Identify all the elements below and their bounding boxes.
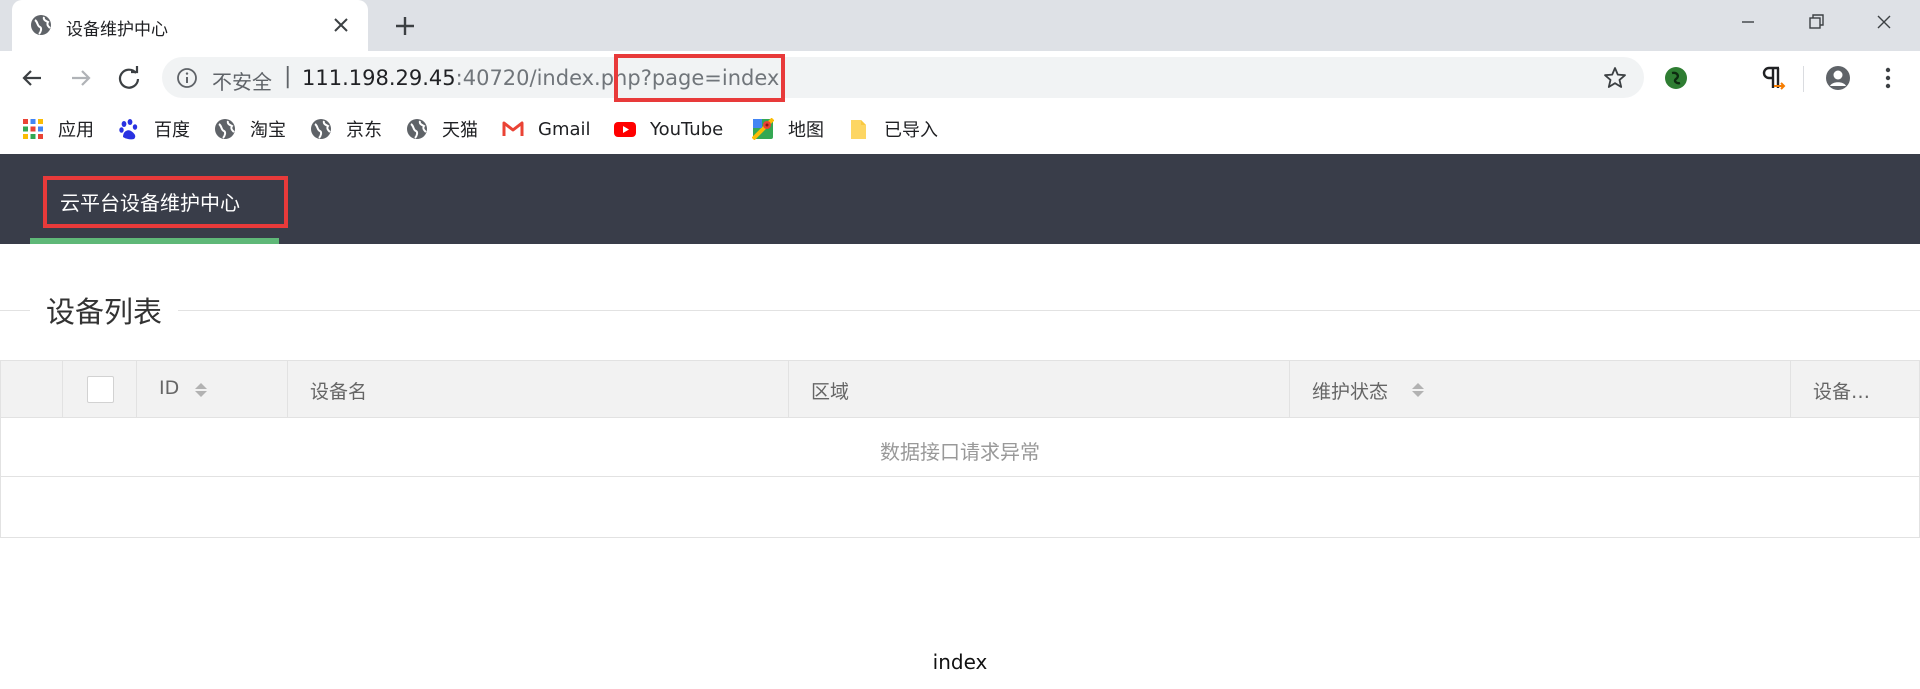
tab-title: 设备维护中心 <box>66 20 168 40</box>
apps-grid-icon <box>23 119 43 139</box>
column-label: 区域 <box>811 381 850 403</box>
bookmark-label: 百度 <box>154 120 190 141</box>
table-header-device-more: 设备… <box>1791 361 1919 417</box>
bookmark-apps[interactable]: 应用 <box>22 116 94 142</box>
bookmark-star-icon[interactable] <box>1602 65 1628 91</box>
column-label: 设备… <box>1813 381 1871 403</box>
column-label: 维护状态 <box>1312 381 1389 403</box>
bookmark-label: 淘宝 <box>250 120 286 141</box>
select-all-checkbox[interactable] <box>87 376 114 403</box>
globe-icon <box>407 119 427 139</box>
table-header-maintenance-status[interactable]: 维护状态 <box>1290 361 1791 417</box>
brand-highlight-box <box>43 176 288 228</box>
close-tab-icon[interactable] <box>328 12 354 38</box>
column-label: ID <box>159 377 180 399</box>
youtube-icon <box>614 122 636 137</box>
table-row: 数据接口请求异常 <box>1 418 1919 477</box>
bookmark-gmail[interactable]: Gmail <box>502 116 591 142</box>
maps-icon <box>752 118 774 140</box>
table-header: ID 设备名 区域 维护状态 设备… <box>1 361 1919 418</box>
bookmark-imported-folder[interactable]: 已导入 <box>848 116 938 142</box>
restore-icon[interactable] <box>1796 8 1836 36</box>
bookmark-taobao[interactable]: 淘宝 <box>214 116 286 142</box>
security-label: 不安全 <box>212 70 272 94</box>
table-header-select <box>63 361 137 417</box>
url-host: 111.198.29.45 <box>302 66 456 90</box>
page-footer-text: index <box>932 650 988 674</box>
forward-arrow-icon[interactable] <box>66 63 96 93</box>
browser-toolbar: 不安全 | 111.198.29.45:40720/index.php?page… <box>0 51 1920 147</box>
minimize-icon[interactable] <box>1728 8 1768 36</box>
toolbar-divider <box>1803 66 1804 92</box>
section-title: 设备列表 <box>30 289 179 331</box>
table-header-spacer <box>1 361 63 417</box>
bookmarks-bar: 应用 百度 淘宝 京东 天猫 Gmail YouTube 地图 已导入 <box>0 104 1920 154</box>
baidu-paw-icon <box>119 119 138 140</box>
column-label: 设备名 <box>310 381 368 403</box>
address-separator: | <box>284 64 292 89</box>
paragraph-extension-icon[interactable] <box>1758 64 1786 92</box>
globe-icon <box>311 119 331 139</box>
bookmark-label: YouTube <box>650 118 724 140</box>
bookmark-maps[interactable]: 地图 <box>752 116 824 142</box>
table-header-id[interactable]: ID <box>137 361 288 417</box>
profile-avatar-icon[interactable] <box>1824 64 1852 92</box>
new-tab-icon[interactable] <box>390 11 420 41</box>
bookmark-label: 京东 <box>346 120 382 141</box>
address-bar[interactable]: 不安全 | 111.198.29.45:40720/index.php?page… <box>162 57 1644 98</box>
bookmark-label: 应用 <box>58 120 94 141</box>
bookmark-tmall[interactable]: 天猫 <box>406 116 478 142</box>
bookmark-baidu[interactable]: 百度 <box>118 116 190 142</box>
active-nav-underline <box>30 238 279 244</box>
url-highlight-box <box>614 54 785 102</box>
browser-tab-strip: 设备维护中心 <box>0 0 1920 51</box>
app-header: 云平台设备维护中心 <box>0 154 1920 244</box>
bookmark-label: 地图 <box>788 120 824 141</box>
sort-arrows-icon[interactable] <box>1411 381 1425 399</box>
bookmark-label: Gmail <box>538 118 591 140</box>
bookmark-jd[interactable]: 京东 <box>310 116 382 142</box>
info-icon[interactable] <box>176 67 198 89</box>
bookmark-label: 天猫 <box>442 120 478 141</box>
empty-state-message: 数据接口请求异常 <box>880 440 1040 464</box>
globe-icon <box>215 119 235 139</box>
green-extension-icon[interactable] <box>1662 64 1690 92</box>
sort-arrows-icon[interactable] <box>194 381 208 399</box>
table-header-device-name: 设备名 <box>288 361 789 417</box>
gmail-icon <box>502 121 524 136</box>
globe-icon <box>31 15 51 35</box>
window-close-icon[interactable] <box>1864 8 1904 36</box>
bookmark-label: 已导入 <box>884 120 938 141</box>
device-table: ID 设备名 区域 维护状态 设备… 数据接口请求异常 <box>0 360 1920 538</box>
table-header-region: 区域 <box>789 361 1290 417</box>
menu-kebab-icon[interactable] <box>1874 64 1902 92</box>
browser-tab[interactable]: 设备维护中心 <box>12 0 368 51</box>
legend-divider <box>0 310 1920 311</box>
folder-icon <box>851 120 866 139</box>
bookmark-youtube[interactable]: YouTube <box>614 116 723 142</box>
back-arrow-icon[interactable] <box>17 63 47 93</box>
reload-icon[interactable] <box>114 63 144 93</box>
